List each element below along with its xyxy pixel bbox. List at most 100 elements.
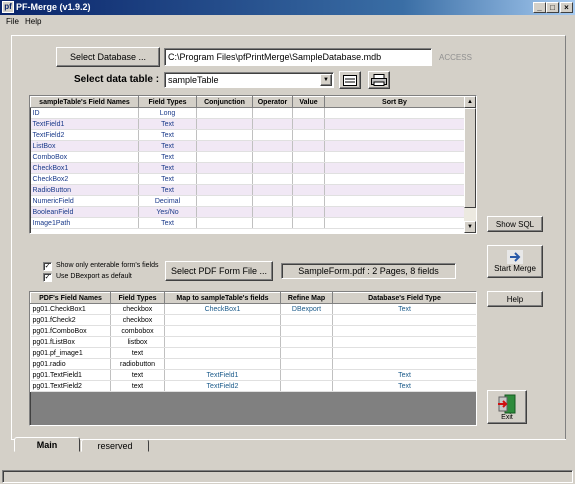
criteria-cell[interactable]	[196, 107, 253, 119]
header-conjunction[interactable]: Conjunction	[196, 96, 253, 108]
field-name-cell[interactable]: ComboBox	[30, 151, 139, 163]
criteria-cell[interactable]	[292, 195, 325, 207]
scroll-down-icon[interactable]: ▼	[464, 221, 476, 233]
database-path-field[interactable]: C:\Program Files\pfPrintMerge\SampleData…	[164, 48, 432, 66]
header-db-field-type[interactable]: Database's Field Type	[332, 292, 476, 304]
refine-map-cell[interactable]	[280, 380, 333, 392]
field-type-cell[interactable]: Text	[138, 162, 197, 174]
menu-help[interactable]: Help	[25, 17, 41, 26]
criteria-cell[interactable]	[252, 129, 293, 141]
db-field-type-cell[interactable]	[332, 358, 476, 370]
criteria-cell[interactable]	[292, 173, 325, 185]
field-name-cell[interactable]: RadioButton	[30, 184, 139, 196]
table-row[interactable]: pg01.pf_image1 text	[30, 347, 476, 359]
criteria-cell[interactable]	[292, 184, 325, 196]
db-field-type-cell[interactable]: Text	[332, 303, 476, 315]
help-button[interactable]: Help	[487, 291, 543, 307]
field-name-cell[interactable]: NumericField	[30, 195, 139, 207]
exit-button[interactable]: Exit	[487, 390, 527, 424]
map-field-cell[interactable]: TextField1	[164, 369, 281, 381]
table-row[interactable]: pg01.TextField2 text TextField2 Text	[30, 380, 476, 392]
table-row[interactable]: TextField2 Text	[30, 129, 465, 141]
scroll-thumb[interactable]	[464, 108, 476, 208]
scroll-up-icon[interactable]: ▲	[464, 96, 476, 108]
table-row[interactable]: pg01.fListBox listbox	[30, 336, 476, 348]
map-field-cell[interactable]	[164, 314, 281, 326]
criteria-cell[interactable]	[324, 151, 465, 163]
field-type-cell[interactable]: Long	[138, 107, 197, 119]
criteria-cell[interactable]	[196, 140, 253, 152]
print-button[interactable]	[368, 71, 390, 89]
table-row[interactable]: TextField1 Text	[30, 118, 465, 130]
field-name-cell[interactable]: CheckBox2	[30, 173, 139, 185]
db-field-type-cell[interactable]	[332, 325, 476, 337]
criteria-cell[interactable]	[196, 129, 253, 141]
tab-main[interactable]: Main	[14, 437, 80, 452]
refine-map-cell[interactable]	[280, 369, 333, 381]
criteria-cell[interactable]	[324, 118, 465, 130]
db-field-type-cell[interactable]	[332, 336, 476, 348]
criteria-cell[interactable]	[324, 173, 465, 185]
table-row[interactable]: pg01.radio radiobutton	[30, 358, 476, 370]
criteria-cell[interactable]	[252, 162, 293, 174]
table-row[interactable]: Image1Path Text	[30, 217, 465, 229]
table-row[interactable]: BooleanField Yes/No	[30, 206, 465, 218]
criteria-cell[interactable]	[292, 107, 325, 119]
criteria-cell[interactable]	[324, 195, 465, 207]
criteria-cell[interactable]	[196, 151, 253, 163]
field-name-cell[interactable]: TextField2	[30, 129, 139, 141]
field-name-cell[interactable]: ID	[30, 107, 139, 119]
map-field-cell[interactable]: CheckBox1	[164, 303, 281, 315]
show-sql-button[interactable]: Show SQL	[487, 216, 543, 232]
criteria-cell[interactable]	[252, 118, 293, 130]
field-name-cell[interactable]: BooleanField	[30, 206, 139, 218]
field-name-cell[interactable]: TextField1	[30, 118, 139, 130]
table-row[interactable]: CheckBox1 Text	[30, 162, 465, 174]
criteria-cell[interactable]	[252, 195, 293, 207]
criteria-cell[interactable]	[292, 118, 325, 130]
criteria-cell[interactable]	[196, 184, 253, 196]
refine-map-cell[interactable]	[280, 314, 333, 326]
map-field-cell[interactable]	[164, 347, 281, 359]
field-type-cell[interactable]: Text	[138, 217, 197, 229]
table-row[interactable]: pg01.TextField1 text TextField1 Text	[30, 369, 476, 381]
chevron-down-icon[interactable]: ▼	[320, 74, 332, 86]
refine-map-cell[interactable]	[280, 325, 333, 337]
select-database-button[interactable]: Select Database ...	[56, 47, 160, 67]
menu-file[interactable]: File	[6, 17, 19, 26]
criteria-cell[interactable]	[324, 129, 465, 141]
refine-map-cell[interactable]	[280, 358, 333, 370]
db-field-type-cell[interactable]: Text	[332, 380, 476, 392]
field-name-cell[interactable]: CheckBox1	[30, 162, 139, 174]
criteria-cell[interactable]	[196, 206, 253, 218]
header-map-to-fields[interactable]: Map to sampleTable's fields	[164, 292, 281, 304]
criteria-cell[interactable]	[324, 217, 465, 229]
criteria-cell[interactable]	[324, 107, 465, 119]
refine-map-cell[interactable]	[280, 347, 333, 359]
criteria-cell[interactable]	[252, 217, 293, 229]
header-field-types[interactable]: Field Types	[138, 96, 197, 108]
map-field-cell[interactable]	[164, 325, 281, 337]
criteria-cell[interactable]	[292, 140, 325, 152]
refine-map-cell[interactable]	[280, 336, 333, 348]
header-pdf-field-types[interactable]: Field Types	[110, 292, 165, 304]
criteria-cell[interactable]	[252, 107, 293, 119]
minimize-button[interactable]: _	[533, 2, 546, 13]
criteria-cell[interactable]	[252, 151, 293, 163]
criteria-cell[interactable]	[324, 206, 465, 218]
header-refine-map[interactable]: Refine Map	[280, 292, 333, 304]
header-operator[interactable]: Operator	[252, 96, 293, 108]
table-row[interactable]: RadioButton Text	[30, 184, 465, 196]
table-row[interactable]: NumericField Decimal	[30, 195, 465, 207]
close-button[interactable]: ×	[560, 2, 573, 13]
table-row[interactable]: ComboBox Text	[30, 151, 465, 163]
criteria-cell[interactable]	[292, 206, 325, 218]
data-table-select[interactable]: sampleTable	[164, 72, 334, 88]
table-row[interactable]: ListBox Text	[30, 140, 465, 152]
map-field-cell[interactable]: TextField2	[164, 380, 281, 392]
field-type-cell[interactable]: Text	[138, 118, 197, 130]
criteria-cell[interactable]	[196, 173, 253, 185]
field-type-cell[interactable]: Yes/No	[138, 206, 197, 218]
db-field-type-cell[interactable]	[332, 347, 476, 359]
criteria-cell[interactable]	[292, 129, 325, 141]
